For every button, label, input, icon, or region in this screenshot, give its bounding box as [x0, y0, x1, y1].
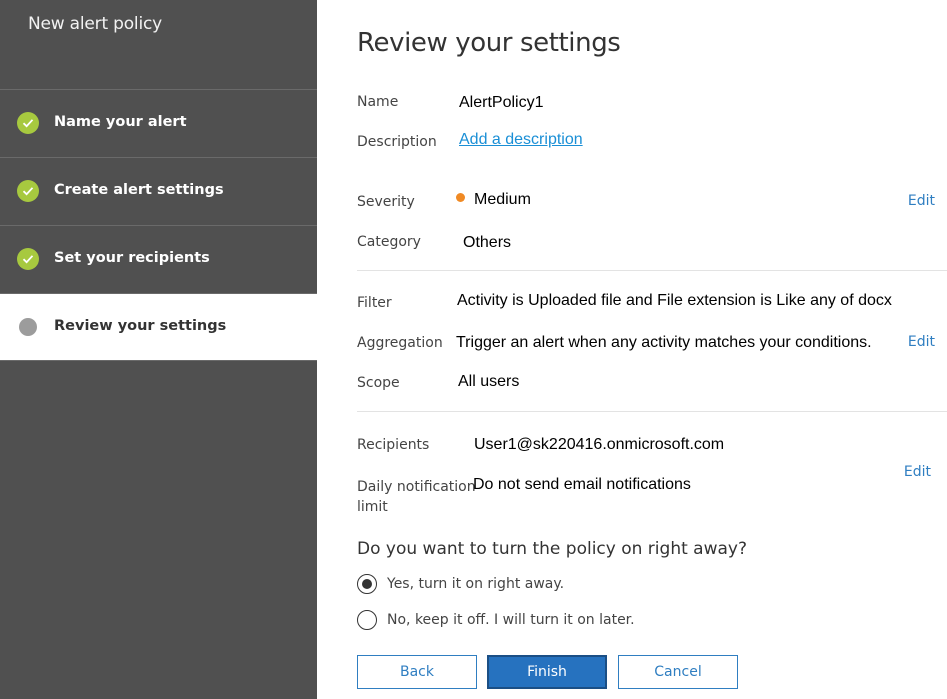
- radio-selected-icon[interactable]: [357, 574, 377, 594]
- step-label: Name your alert: [54, 114, 187, 130]
- step-review-your-settings[interactable]: Review your settings: [0, 293, 317, 360]
- step-label: Review your settings: [54, 318, 227, 334]
- radio-turn-on-now[interactable]: Yes, turn it on right away.: [357, 574, 564, 594]
- severity-value: Medium: [456, 191, 531, 209]
- radio-unselected-icon[interactable]: [357, 610, 377, 630]
- review-panel: Review your settings Name AlertPolicy1 D…: [317, 0, 947, 699]
- step-set-your-recipients[interactable]: Set your recipients: [0, 225, 317, 292]
- radio-label: Yes, turn it on right away.: [387, 576, 565, 592]
- daily-limit-label: Daily notification limit: [357, 479, 476, 515]
- turn-on-question: Do you want to turn the policy on right …: [357, 539, 747, 559]
- scope-value: All users: [458, 373, 520, 390]
- step-name-your-alert[interactable]: Name your alert: [0, 89, 317, 156]
- filter-label: Filter: [357, 295, 392, 311]
- name-value: AlertPolicy1: [459, 94, 544, 111]
- wizard-sidebar: New alert policy Name your alert Create …: [0, 0, 317, 699]
- section-divider: [357, 411, 947, 412]
- check-circle-icon: [17, 180, 39, 202]
- check-circle-icon: [17, 248, 39, 270]
- severity-dot-icon: [456, 193, 465, 203]
- step-create-alert-settings[interactable]: Create alert settings: [0, 157, 317, 224]
- wizard-title: New alert policy: [28, 14, 162, 34]
- back-button[interactable]: Back: [357, 655, 477, 689]
- finish-button[interactable]: Finish: [487, 655, 607, 689]
- check-circle-icon: [17, 112, 39, 134]
- severity-label: Severity: [357, 194, 415, 210]
- step-label: Set your recipients: [54, 250, 210, 266]
- aggregation-label: Aggregation: [357, 335, 443, 351]
- radio-keep-off[interactable]: No, keep it off. I will turn it on later…: [357, 610, 635, 630]
- sidebar-divider: [0, 360, 317, 361]
- scope-label: Scope: [357, 375, 400, 391]
- add-description-link[interactable]: Add a description: [459, 131, 583, 149]
- section-divider: [357, 270, 947, 271]
- cancel-button[interactable]: Cancel: [618, 655, 738, 689]
- step-label: Create alert settings: [54, 182, 224, 198]
- category-value: Others: [463, 234, 512, 251]
- edit-recipients-button[interactable]: Edit: [904, 464, 931, 480]
- description-label: Description: [357, 134, 437, 150]
- page-title: Review your settings: [357, 28, 621, 58]
- recipients-label: Recipients: [357, 437, 430, 453]
- aggregation-value: Trigger an alert when any activity match…: [456, 334, 872, 351]
- recipients-value: User1@sk220416.onmicrosoft.com: [474, 436, 725, 453]
- radio-label: No, keep it off. I will turn it on later…: [387, 612, 635, 628]
- edit-conditions-button[interactable]: Edit: [908, 334, 935, 350]
- filter-value: Activity is Uploaded file and File exten…: [457, 292, 892, 309]
- name-label: Name: [357, 94, 399, 110]
- daily-limit-value: Do not send email notifications: [473, 476, 691, 493]
- current-step-dot-icon: [19, 318, 37, 336]
- severity-text: Medium: [474, 191, 531, 208]
- edit-severity-button[interactable]: Edit: [908, 193, 935, 209]
- category-label: Category: [357, 234, 421, 250]
